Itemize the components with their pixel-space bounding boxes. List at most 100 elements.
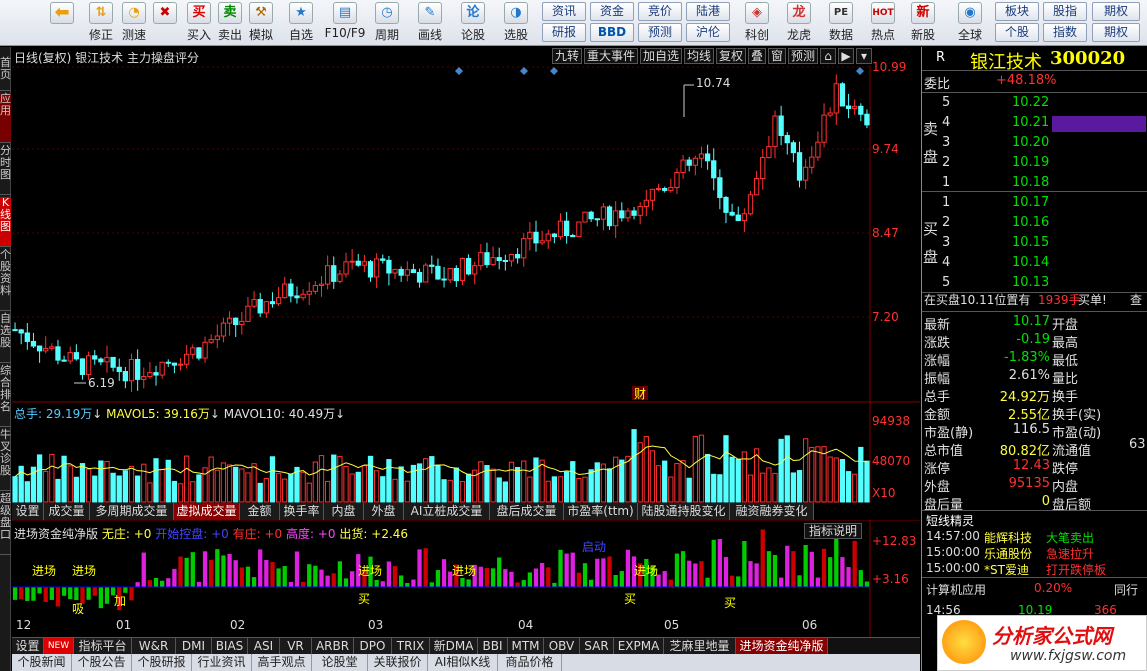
stock-button[interactable]: 个股 [995, 23, 1039, 42]
stock-picker-button[interactable]: ◑ 选股 [498, 2, 534, 44]
back-button[interactable]: ⬅ [44, 2, 80, 44]
buy-button[interactable]: 买买入 [184, 2, 214, 44]
hot-button[interactable]: HOT 热点 [866, 2, 900, 44]
volume-tab[interactable]: AI立桩成交量 [404, 503, 490, 520]
bid-level-row[interactable]: 2 10.16 [922, 215, 1147, 233]
draw-line-button[interactable]: ✎ 画线 [412, 2, 448, 44]
dragon-tiger-button[interactable]: 龙龙虎 [782, 2, 816, 44]
volume-tab[interactable]: 虚拟成交量 [174, 503, 240, 520]
volume-tab[interactable]: 多周期成交量 [90, 503, 174, 520]
indicator-tab[interactable]: MTM [508, 638, 544, 655]
volume-bar [300, 471, 306, 503]
tab-apps[interactable]: 应用 [0, 93, 11, 143]
volume-tab[interactable]: 陆股通持股变化 [638, 503, 730, 520]
news-button[interactable]: 资讯 [542, 2, 586, 21]
indicator-tab[interactable]: DPO [354, 638, 392, 655]
volume-tab[interactable]: 换手率 [280, 503, 324, 520]
indicator-tab[interactable]: NEW [44, 638, 74, 655]
options-button-2[interactable]: 期权 [1092, 23, 1140, 42]
indicator-tab[interactable]: 进场资金纯净版 [736, 638, 828, 655]
indicator-tab[interactable]: SAR [580, 638, 614, 655]
funds-button[interactable]: 资金 [590, 2, 634, 21]
sector-row[interactable]: 计算机应用 0.20% 同行 [922, 577, 1147, 597]
indicator-tab[interactable]: DMI [176, 638, 212, 655]
sector-button[interactable]: 板块 [995, 2, 1039, 21]
indicator-tab[interactable]: EXPMA [614, 638, 664, 655]
tab-intraday[interactable]: 分时图 [0, 145, 11, 195]
sell-button[interactable]: 卖卖出 [215, 2, 245, 44]
big-order-row[interactable]: 在买盘10.11位置有 1939手 买单! 查 [922, 291, 1147, 309]
indicator-tab[interactable]: BIAS [212, 638, 248, 655]
ask-level-row[interactable]: 2 10.19 [922, 155, 1147, 173]
news-tab[interactable]: 商品价格 [498, 654, 562, 671]
volume-tab[interactable]: 设置 [12, 503, 44, 520]
news-tab[interactable]: 个股公告 [72, 654, 132, 671]
tab-self-selected[interactable]: 自选股 [0, 313, 11, 363]
indicator-tab[interactable]: OBV [544, 638, 580, 655]
index-futures-button[interactable]: 股指 [1043, 2, 1087, 21]
volume-tab[interactable]: 金额 [240, 503, 280, 520]
hk-connect-button[interactable]: 陆港 [686, 2, 730, 21]
shanghai-london-button[interactable]: 沪伦 [686, 23, 730, 42]
volume-tab[interactable]: 外盘 [364, 503, 404, 520]
news-tab[interactable]: 行业资讯 [192, 654, 252, 671]
volume-tab[interactable]: 内盘 [324, 503, 364, 520]
period-button[interactable]: ◷ 周期 [369, 2, 405, 44]
candle-body [337, 273, 343, 282]
news-tab[interactable]: 论股堂 [312, 654, 368, 671]
tab-kline[interactable]: K线图 [0, 197, 11, 247]
global-button[interactable]: ◉ 全球 [952, 2, 988, 44]
indicator-tab[interactable]: 指标平台 [74, 638, 132, 655]
indicator-tab[interactable]: BBI [478, 638, 508, 655]
indicator-help-button[interactable]: 指标说明 [804, 523, 862, 539]
kline-chart-area[interactable]: 日线(复权) 银江技术 主力操盘评分 九转 重大事件 加自选 均线 复权 叠 窗… [12, 47, 920, 637]
volume-tab[interactable]: 融资融券变化 [730, 503, 814, 520]
indicator-tab[interactable]: W&R [132, 638, 176, 655]
index-button[interactable]: 指数 [1043, 23, 1087, 42]
kechuang-button[interactable]: ◈ 科创 [740, 2, 774, 44]
indicator-tab[interactable]: ARBR [312, 638, 354, 655]
news-tab[interactable]: AI相似K线 [428, 654, 498, 671]
tab-home[interactable]: 首页 [0, 57, 11, 91]
indicator-tab[interactable]: VR [280, 638, 312, 655]
tab-super-orderbook[interactable]: 超级盘口 [0, 493, 11, 555]
indicator-tab[interactable]: 芝麻里地量 [664, 638, 736, 655]
tab-stock-profile[interactable]: 个股资料 [0, 249, 11, 311]
new-stock-button[interactable]: 新新股 [906, 2, 940, 44]
speed-test-button[interactable]: ◔ 测速 [117, 2, 151, 44]
simulate-button[interactable]: ⚒ 模拟 [246, 2, 276, 44]
discuss-button[interactable]: 论论股 [456, 2, 490, 44]
research-button[interactable]: 研报 [542, 23, 586, 42]
indicator-tab[interactable]: ASI [248, 638, 280, 655]
ask-level-row[interactable]: 5 10.22 [922, 95, 1147, 113]
close-window-button[interactable]: ✖ [148, 2, 182, 44]
news-tab[interactable]: 个股新闻 [12, 654, 72, 671]
volume-tab[interactable]: 盘后成交量 [490, 503, 564, 520]
ask-level-row[interactable]: 4 10.21 [922, 115, 1147, 133]
news-tab[interactable]: 关联报价 [368, 654, 428, 671]
tab-ranking[interactable]: 综合排名 [0, 365, 11, 427]
forecast-button[interactable]: 预测 [638, 23, 682, 42]
watchlist-button[interactable]: ★ 自选 [284, 2, 318, 44]
indicator-tab[interactable]: 设置 [12, 638, 44, 655]
ask-level-row[interactable]: 1 10.18 [922, 175, 1147, 193]
indicator-tab[interactable]: TRIX [392, 638, 430, 655]
bid-level-row[interactable]: 4 10.14 [922, 255, 1147, 273]
news-tab[interactable]: 个股研报 [132, 654, 192, 671]
ask-level-row[interactable]: 3 10.20 [922, 135, 1147, 153]
bbd-button[interactable]: BBD [590, 23, 634, 42]
volume-tab[interactable]: 市盈率(ttm) [564, 503, 638, 520]
tab-diagnosis[interactable]: 牛叉诊股 [0, 429, 11, 491]
candle-body [490, 257, 496, 266]
news-tab[interactable]: 高手观点 [252, 654, 312, 671]
bid-level: 4 [942, 255, 951, 270]
f10-button[interactable]: ▤ F10/F9 [322, 2, 368, 44]
auction-button[interactable]: 竞价 [638, 2, 682, 21]
indicator-tab[interactable]: 新DMA [430, 638, 478, 655]
volume-tab[interactable]: 成交量 [44, 503, 90, 520]
data-button[interactable]: PE 数据 [824, 2, 858, 44]
bid-level-row[interactable]: 1 10.17 [922, 195, 1147, 213]
correct-button[interactable]: ⇅ 修正 [84, 2, 118, 44]
options-button[interactable]: 期权 [1092, 2, 1140, 21]
bid-level-row[interactable]: 3 10.15 [922, 235, 1147, 253]
